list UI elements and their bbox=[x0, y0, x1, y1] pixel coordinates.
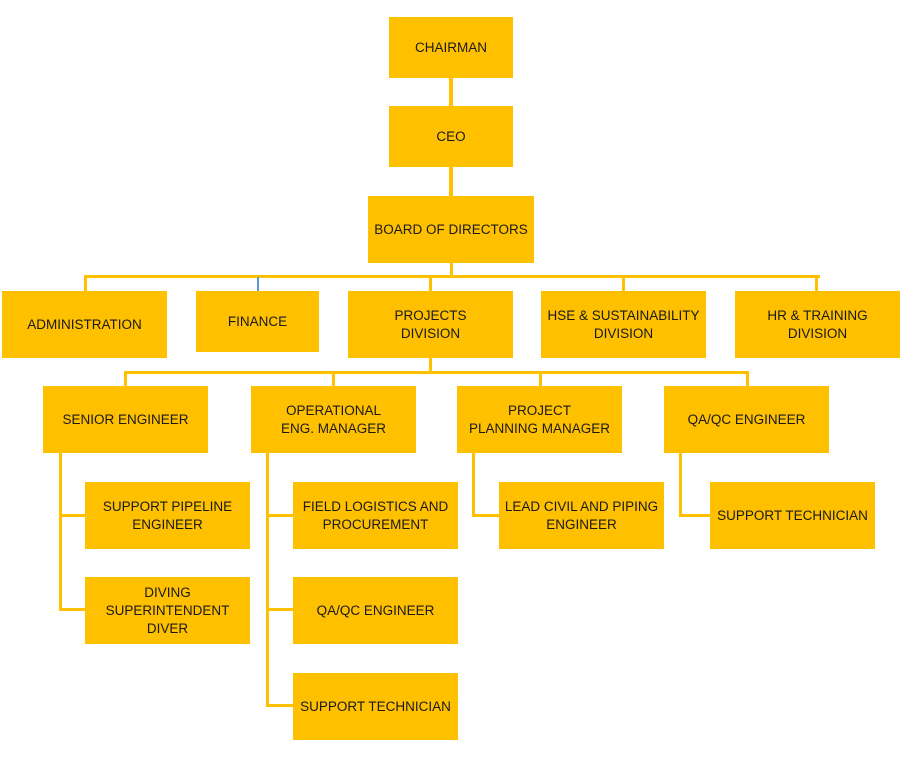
node-ceo: CEO bbox=[389, 106, 513, 167]
node-hse-division: HSE & SUSTAINABILITY DIVISION bbox=[541, 291, 706, 358]
node-label-line: ADMINISTRATION bbox=[27, 316, 142, 332]
node-label-line: SUPPORT TECHNICIAN bbox=[300, 698, 451, 714]
connector-qaqc-trunk bbox=[679, 453, 682, 516]
connector-operational-trunk bbox=[266, 453, 269, 707]
node-label: PROJECTS DIVISION bbox=[394, 307, 466, 343]
connector-planning-trunk bbox=[472, 453, 475, 516]
node-projects-division: PROJECTS DIVISION bbox=[348, 291, 513, 358]
node-label-line: DIVER bbox=[146, 620, 189, 636]
node-operational-eng-manager: OPERATIONAL ENG. MANAGER bbox=[251, 386, 416, 453]
node-finance: FINANCE bbox=[196, 291, 319, 352]
node-label-line: LEAD CIVIL AND PIPING bbox=[504, 498, 659, 514]
node-chairman: CHAIRMAN bbox=[389, 17, 513, 78]
node-label-line: ENGINEER bbox=[132, 516, 203, 532]
node-label-line: CHAIRMAN bbox=[414, 39, 487, 55]
node-label: SUPPORT TECHNICIAN bbox=[300, 698, 451, 716]
node-label-line: SUPPORT TECHNICIAN bbox=[717, 507, 868, 523]
node-label: FIELD LOGISTICS AND PROCUREMENT bbox=[303, 498, 449, 534]
connector-senior bbox=[124, 371, 127, 386]
connector-operational bbox=[332, 371, 335, 386]
node-senior-engineer: SENIOR ENGINEER bbox=[43, 386, 208, 453]
connector-operational-r2 bbox=[266, 608, 293, 611]
node-project-planning-manager: PROJECT PLANNING MANAGER bbox=[457, 386, 622, 453]
node-label: QA/QC ENGINEER bbox=[317, 602, 435, 620]
node-label: OPERATIONAL ENG. MANAGER bbox=[281, 402, 386, 438]
node-board-of-directors: BOARD OF DIRECTORS bbox=[368, 196, 534, 263]
connector-senior-r1 bbox=[59, 514, 85, 517]
connector-operational-r1 bbox=[266, 514, 293, 517]
node-label-line: HSE & SUSTAINABILITY bbox=[547, 307, 700, 323]
node-label: QA/QC ENGINEER bbox=[688, 411, 806, 429]
node-support-technician-ops: SUPPORT TECHNICIAN bbox=[293, 673, 458, 740]
connector-finance bbox=[257, 277, 259, 291]
node-label: SENIOR ENGINEER bbox=[62, 411, 188, 429]
node-label: SUPPORT PIPELINE ENGINEER bbox=[103, 498, 232, 534]
node-label: CHAIRMAN bbox=[415, 39, 487, 57]
node-label: ADMINISTRATION bbox=[27, 316, 142, 334]
node-label-line: QA/QC ENGINEER bbox=[687, 411, 806, 427]
connector-ceo-board bbox=[449, 167, 453, 196]
node-label-line: DIVISION bbox=[400, 325, 461, 341]
node-label-line: SUPERINTENDENT bbox=[105, 602, 230, 618]
connector-operational-r3 bbox=[266, 704, 293, 707]
node-label: BOARD OF DIRECTORS bbox=[374, 221, 528, 239]
connector-planning bbox=[539, 371, 542, 386]
node-support-technician-qaqc: SUPPORT TECHNICIAN bbox=[710, 482, 875, 549]
node-label: FINANCE bbox=[228, 313, 287, 331]
connector-admin bbox=[84, 275, 87, 291]
connector-hr bbox=[815, 275, 818, 291]
node-label-line: SUPPORT PIPELINE bbox=[102, 498, 233, 514]
node-diving-superintendent-diver: DIVING SUPERINTENDENT DIVER bbox=[85, 577, 250, 644]
connector-qaqc bbox=[746, 371, 749, 386]
node-label-line: QA/QC ENGINEER bbox=[316, 602, 435, 618]
connector-hse bbox=[622, 275, 625, 291]
connector-senior-trunk bbox=[59, 453, 62, 610]
node-label: CEO bbox=[436, 128, 465, 146]
node-hr-division: HR & TRAINING DIVISION bbox=[735, 291, 900, 358]
connector-senior-r2 bbox=[59, 608, 85, 611]
node-label-line: HR & TRAINING bbox=[767, 307, 868, 323]
node-lead-civil-piping-engineer: LEAD CIVIL AND PIPING ENGINEER bbox=[499, 482, 664, 549]
node-label-line: PROJECTS bbox=[394, 307, 467, 323]
node-qaqc-engineer-ops: QA/QC ENGINEER bbox=[293, 577, 458, 644]
connector-projects bbox=[429, 275, 432, 291]
node-label-line: BOARD OF DIRECTORS bbox=[374, 221, 528, 237]
node-administration: ADMINISTRATION bbox=[2, 291, 167, 358]
connector-planning-r1 bbox=[472, 514, 499, 517]
node-label: HSE & SUSTAINABILITY DIVISION bbox=[547, 307, 699, 343]
node-label: HR & TRAINING DIVISION bbox=[767, 307, 867, 343]
org-chart: CHAIRMAN CEO BOARD OF DIRECTORS ADMINIST… bbox=[0, 0, 902, 757]
node-label-line: PLANNING MANAGER bbox=[468, 420, 611, 436]
node-label: PROJECT PLANNING MANAGER bbox=[469, 402, 610, 438]
node-qaqc-engineer: QA/QC ENGINEER bbox=[664, 386, 829, 453]
node-label-line: ENG. MANAGER bbox=[280, 420, 386, 436]
node-label-line: SENIOR ENGINEER bbox=[62, 411, 189, 427]
node-label-line: FINANCE bbox=[227, 313, 288, 329]
node-label-line: PROJECT bbox=[507, 402, 571, 418]
node-support-pipeline-engineer: SUPPORT PIPELINE ENGINEER bbox=[85, 482, 250, 549]
node-label-line: FIELD LOGISTICS AND bbox=[302, 498, 449, 514]
node-label-line: DIVING bbox=[144, 584, 191, 600]
connector-chairman-ceo bbox=[449, 78, 453, 106]
node-label: SUPPORT TECHNICIAN bbox=[717, 507, 868, 525]
node-label-line: ENGINEER bbox=[546, 516, 617, 532]
connector-dept-bus bbox=[84, 275, 820, 278]
node-label-line: CEO bbox=[436, 128, 466, 144]
node-label-line: PROCUREMENT bbox=[322, 516, 429, 532]
node-label: LEAD CIVIL AND PIPING ENGINEER bbox=[505, 498, 658, 534]
node-label: DIVING SUPERINTENDENT DIVER bbox=[106, 584, 230, 638]
node-label-line: DIVISION bbox=[593, 325, 654, 341]
connector-qaqc-r1 bbox=[679, 514, 710, 517]
node-field-logistics-procurement: FIELD LOGISTICS AND PROCUREMENT bbox=[293, 482, 458, 549]
node-label-line: DIVISION bbox=[787, 325, 848, 341]
connector-role-bus bbox=[124, 371, 748, 374]
node-label-line: OPERATIONAL bbox=[285, 402, 381, 418]
